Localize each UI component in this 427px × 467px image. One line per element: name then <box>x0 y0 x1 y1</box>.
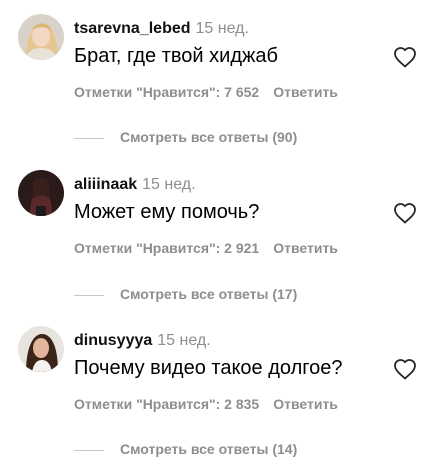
comment-meta: Отметки "Нравится": 7 652 Ответить <box>74 84 338 100</box>
comment-time: 15 нед. <box>157 332 211 349</box>
comment-item: aliiinaak 15 нед. Может ему помочь? Отмет… <box>0 156 427 311</box>
view-replies-label[interactable]: Смотреть все ответы (17) <box>120 286 297 302</box>
avatar-photo-icon <box>18 170 64 216</box>
username-text[interactable]: aliiinaak <box>74 176 137 193</box>
avatar[interactable] <box>18 170 64 216</box>
view-replies-button[interactable]: Смотреть все ответы (17) <box>74 286 374 306</box>
username-text[interactable]: dinusyyya <box>74 332 152 349</box>
comment-item: dinusyyya 15 нед. Почему видео такое долг… <box>0 312 427 467</box>
comment-text: Почему видео такое долгое? <box>74 357 343 379</box>
comment-meta: Отметки "Нравится": 2 835 Ответить <box>74 396 338 412</box>
reply-button[interactable]: Ответить <box>273 84 338 100</box>
comment-time: 15 нед. <box>195 20 249 37</box>
divider-line <box>74 138 104 139</box>
likes-count[interactable]: Отметки "Нравится": 2 835 <box>74 396 259 412</box>
view-replies-button[interactable]: Смотреть все ответы (14) <box>74 441 374 461</box>
avatar-photo-icon <box>18 14 64 60</box>
view-replies-button[interactable]: Смотреть все ответы (90) <box>74 129 374 149</box>
username-text[interactable]: tsarevna_lebed <box>74 20 191 37</box>
like-heart-icon[interactable] <box>393 202 417 224</box>
like-heart-icon[interactable] <box>393 46 417 68</box>
reply-button[interactable]: Ответить <box>273 396 338 412</box>
like-heart-icon[interactable] <box>393 358 417 380</box>
view-replies-label[interactable]: Смотреть все ответы (14) <box>120 441 297 457</box>
view-replies-label[interactable]: Смотреть все ответы (90) <box>120 129 297 145</box>
comment-item: tsarevna_lebed 15 нед. Брат, где твой хид… <box>0 0 427 155</box>
likes-count[interactable]: Отметки "Нравится": 2 921 <box>74 240 259 256</box>
likes-count[interactable]: Отметки "Нравится": 7 652 <box>74 84 259 100</box>
divider-line <box>74 450 104 451</box>
divider-line <box>74 295 104 296</box>
comment-meta: Отметки "Нравится": 2 921 Ответить <box>74 240 338 256</box>
comment-time: 15 нед. <box>142 176 196 193</box>
comment-text: Может ему помочь? <box>74 201 260 223</box>
avatar[interactable] <box>18 326 64 372</box>
comment-text: Брат, где твой хиджаб <box>74 45 278 67</box>
reply-button[interactable]: Ответить <box>273 240 338 256</box>
comment-username[interactable]: dinusyyya 15 нед. <box>74 332 211 350</box>
comment-username[interactable]: tsarevna_lebed 15 нед. <box>74 20 249 38</box>
comment-username[interactable]: aliiinaak 15 нед. <box>74 176 196 194</box>
avatar[interactable] <box>18 14 64 60</box>
avatar-photo-icon <box>18 326 64 372</box>
